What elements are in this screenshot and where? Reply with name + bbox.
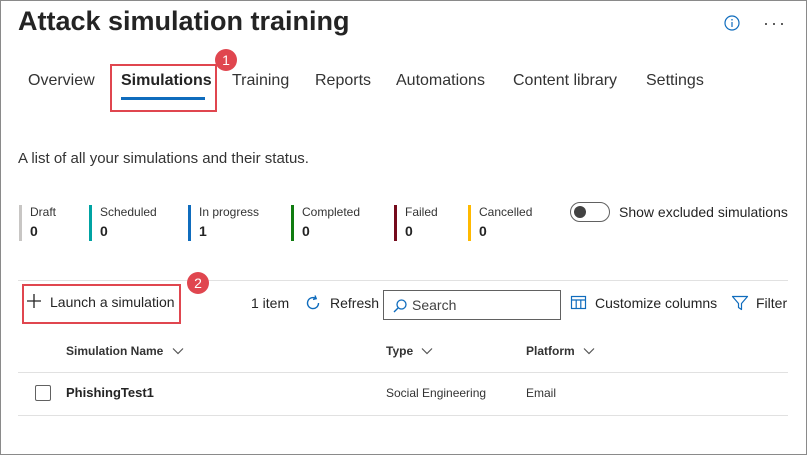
show-excluded-toggle[interactable]: [570, 202, 610, 222]
filter-icon: [731, 295, 749, 311]
more-options-icon[interactable]: ···: [763, 13, 787, 34]
type-cell: Social Engineering: [386, 386, 487, 400]
customize-columns-label: Customize columns: [595, 295, 718, 311]
status-completed: Completed 0: [291, 205, 360, 241]
status-label: Cancelled: [479, 205, 533, 219]
show-excluded-label: Show excluded simulations: [619, 204, 788, 220]
customize-columns-button[interactable]: Customize columns: [570, 292, 718, 314]
refresh-label: Refresh: [330, 295, 380, 311]
status-in-progress: In progress 1: [188, 205, 259, 241]
simulation-name-cell[interactable]: PhishingTest1: [66, 385, 154, 400]
column-header-type[interactable]: Type: [386, 344, 433, 358]
callout-box-2: [22, 284, 181, 324]
status-count: 1: [199, 223, 207, 239]
page-description: A list of all your simulations and their…: [18, 150, 309, 167]
filter-button[interactable]: Filter: [731, 292, 791, 314]
column-header-platform[interactable]: Platform: [526, 344, 595, 358]
tab-overview[interactable]: Overview: [28, 72, 95, 90]
status-count: 0: [30, 223, 38, 239]
column-header-label: Platform: [526, 344, 575, 358]
status-count: 0: [479, 223, 487, 239]
info-icon[interactable]: [724, 15, 740, 31]
column-header-label: Type: [386, 344, 414, 358]
search-box[interactable]: [383, 290, 561, 320]
status-label: Draft: [30, 205, 57, 219]
refresh-button[interactable]: Refresh: [304, 292, 380, 314]
table-row-divider: [18, 415, 788, 416]
status-count: 0: [100, 223, 108, 239]
column-header-simulation-name[interactable]: Simulation Name: [66, 344, 184, 358]
status-draft: Draft 0: [19, 205, 56, 241]
status-count: 0: [405, 223, 413, 239]
chevron-down-icon: [583, 348, 595, 355]
tab-settings[interactable]: Settings: [646, 72, 704, 90]
tab-training[interactable]: Training: [232, 72, 289, 90]
status-label: In progress: [199, 205, 260, 219]
callout-box-1: [110, 64, 217, 112]
search-input[interactable]: [412, 295, 552, 315]
tab-reports[interactable]: Reports: [315, 72, 371, 90]
status-label: Failed: [405, 205, 438, 219]
column-header-label: Simulation Name: [66, 344, 164, 358]
status-scheduled: Scheduled 0: [89, 205, 157, 241]
customize-columns-icon: [570, 295, 587, 310]
platform-cell: Email: [526, 386, 557, 400]
callout-badge-2: 2: [187, 272, 209, 294]
status-cancelled: Cancelled 0: [468, 205, 532, 241]
chevron-down-icon: [422, 348, 433, 355]
status-count: 0: [302, 223, 310, 239]
tab-automations[interactable]: Automations: [396, 72, 485, 90]
item-count: 1 item: [251, 295, 290, 311]
tab-content-library[interactable]: Content library: [513, 72, 617, 90]
filter-label: Filter: [756, 295, 788, 311]
refresh-icon: [306, 295, 320, 310]
status-failed: Failed 0: [394, 205, 438, 241]
status-label: Scheduled: [100, 205, 157, 219]
chevron-down-icon: [172, 348, 184, 355]
toggle-knob: [574, 206, 586, 218]
status-label: Completed: [302, 205, 361, 219]
page-title: Attack simulation training: [18, 6, 350, 36]
callout-badge-1: 1: [215, 49, 237, 71]
toolbar-divider: [18, 280, 788, 281]
row-checkbox[interactable]: [35, 385, 51, 401]
search-icon: [393, 299, 407, 313]
